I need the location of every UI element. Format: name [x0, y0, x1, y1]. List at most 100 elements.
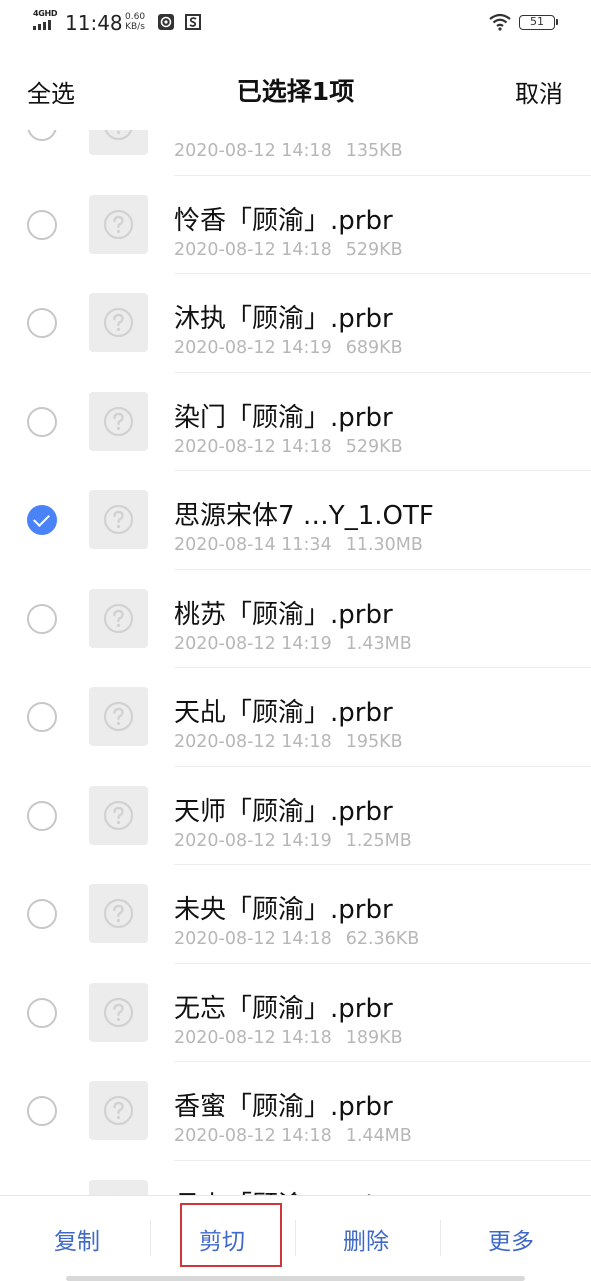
file-row[interactable]: 月上「顾渝」.prbr	[0, 1161, 591, 1196]
file-name: 天乩「顾渝」.prbr	[174, 698, 393, 728]
file-meta: 2020-08-12 14:19 689KB	[174, 338, 403, 358]
file-meta: 2020-08-12 14:18 62.36KB	[174, 929, 419, 949]
clock: 11:48	[65, 11, 123, 35]
checkbox-empty-icon[interactable]	[27, 130, 57, 141]
divider	[440, 1220, 441, 1256]
file-size: 529KB	[345, 239, 403, 260]
file-date: 2020-08-12 14:19	[174, 338, 332, 358]
file-row[interactable]: 染门「顾渝」.prbr 2020-08-12 14:18 529KB	[0, 373, 591, 471]
unknown-file-icon	[89, 687, 148, 746]
file-name: 染门「顾渝」.prbr	[174, 402, 393, 433]
selection-header: 全选 已选择1项 取消	[0, 62, 591, 118]
file-name: 怜香「顾渝」.prbr	[174, 205, 393, 236]
file-name: 天师「顾渝」.prbr	[174, 796, 393, 827]
unknown-file-icon	[89, 785, 148, 845]
unknown-file-icon	[89, 884, 148, 943]
file-row[interactable]: 桃苏「顾渝」.prbr 2020-08-12 14:19 1.43MB	[0, 570, 591, 668]
file-date: 2020-08-12 14:18	[174, 929, 332, 949]
checkbox-checked-icon[interactable]	[27, 505, 57, 535]
divider	[295, 1220, 296, 1256]
file-meta: 2020-08-12 14:18 529KB	[174, 437, 403, 457]
file-date: 2020-08-12 14:18	[174, 436, 332, 457]
checkbox-empty-icon[interactable]	[27, 997, 57, 1028]
file-size: 62.36KB	[345, 929, 420, 949]
at-sign-icon	[158, 14, 174, 30]
file-date: 2020-08-14 11:34	[174, 535, 332, 555]
more-button[interactable]: 更多	[488, 1222, 534, 1256]
file-row[interactable]: 无忘「顾渝」.prbr 2020-08-12 14:18 189KB	[0, 964, 591, 1062]
unknown-file-icon	[89, 1179, 148, 1195]
file-size: 11.30MB	[345, 535, 423, 555]
file-name: 未央「顾渝」.prbr	[174, 895, 393, 925]
unknown-file-icon	[89, 588, 148, 648]
unknown-file-icon	[89, 130, 148, 155]
file-row[interactable]: 思源宋体7 …Y_1.OTF 2020-08-14 11:34 11.30MB	[0, 471, 591, 570]
file-name: 桃苏「顾渝」.prbr	[174, 599, 393, 630]
file-row[interactable]: 天师「顾渝」.prbr 2020-08-12 14:19 1.25MB	[0, 767, 591, 865]
file-meta: 2020-08-12 14:18 189KB	[174, 1028, 403, 1048]
net-speed-value: 0.60	[125, 12, 146, 22]
unknown-file-icon	[89, 293, 148, 352]
divider	[150, 1220, 151, 1256]
battery-icon: 51	[519, 15, 558, 30]
unknown-file-icon	[89, 982, 148, 1042]
unknown-file-icon	[89, 194, 148, 254]
file-row[interactable]: 怜香「顾渝」.prbr 2020-08-12 14:18 529KB	[0, 176, 591, 274]
file-date: 2020-08-12 14:18	[174, 1027, 332, 1048]
file-name: 思源宋体7 …Y_1.OTF	[174, 501, 434, 531]
network-type: 4GHD	[33, 9, 58, 18]
checkbox-empty-icon[interactable]	[27, 209, 57, 240]
checkbox-empty-icon[interactable]	[27, 899, 57, 929]
file-meta: 2020-08-12 14:18 529KB	[174, 240, 403, 260]
unknown-file-icon	[89, 1081, 148, 1140]
signal-icon	[33, 20, 51, 30]
file-meta: 2020-08-12 14:19 1.43MB	[174, 634, 412, 654]
file-date: 2020-08-12 14:19	[174, 633, 332, 654]
file-row[interactable]: 未央「顾渝」.prbr 2020-08-12 14:18 62.36KB	[0, 865, 591, 964]
file-size: 195KB	[345, 732, 403, 752]
file-size: 1.25MB	[345, 830, 412, 851]
file-meta: 2020-08-12 14:18 195KB	[174, 732, 403, 752]
checkbox-empty-icon[interactable]	[27, 800, 57, 831]
file-name: 香蜜「顾渝」.prbr	[174, 1092, 393, 1122]
file-date: 2020-08-12 14:18	[174, 732, 332, 752]
file-row[interactable]: 天乩「顾渝」.prbr 2020-08-12 14:18 195KB	[0, 668, 591, 767]
unknown-file-icon	[89, 490, 148, 549]
file-size: 189KB	[345, 1027, 403, 1048]
checkbox-empty-icon[interactable]	[27, 702, 57, 732]
file-size: 135KB	[345, 141, 403, 161]
app-s-icon	[185, 14, 201, 30]
checkbox-empty-icon[interactable]	[27, 308, 57, 338]
file-row[interactable]: 2020-08-12 14:18 135KB	[0, 130, 591, 176]
file-size: 1.43MB	[345, 633, 412, 654]
file-row[interactable]: 香蜜「顾渝」.prbr 2020-08-12 14:18 1.44MB	[0, 1062, 591, 1161]
file-size: 529KB	[345, 436, 403, 457]
checkbox-empty-icon[interactable]	[27, 406, 57, 437]
cancel-button[interactable]: 取消	[515, 74, 563, 109]
checkbox-empty-icon[interactable]	[27, 1096, 57, 1126]
net-speed-unit: KB/s	[125, 22, 145, 32]
file-meta: 2020-08-14 11:34 11.30MB	[174, 535, 423, 555]
file-name: 沐执「顾渝」.prbr	[174, 304, 393, 334]
file-name: 月上「顾渝」.prbr	[174, 1185, 393, 1196]
file-date: 2020-08-12 14:19	[174, 830, 332, 851]
copy-button[interactable]: 复制	[54, 1222, 100, 1256]
unknown-file-icon	[89, 391, 148, 451]
bottom-action-bar: 复制 剪切 删除 更多	[0, 1195, 591, 1281]
home-indicator	[66, 1276, 525, 1281]
net-speed: 0.60 KB/s	[125, 12, 145, 32]
file-list[interactable]: 2020-08-12 14:18 135KB 怜香「顾渝」.prbr 2020-08-…	[0, 130, 591, 1195]
file-date: 2020-08-12 14:18	[174, 239, 332, 260]
delete-button[interactable]: 删除	[343, 1222, 389, 1256]
file-date: 2020-08-12 14:18	[174, 1126, 332, 1146]
file-list-content: 2020-08-12 14:18 135KB 怜香「顾渝」.prbr 2020-08-…	[0, 130, 591, 1195]
file-meta: 2020-08-12 14:18 135KB	[174, 141, 403, 161]
file-size: 1.44MB	[345, 1126, 412, 1146]
file-row[interactable]: 沐执「顾渝」.prbr 2020-08-12 14:19 689KB	[0, 274, 591, 373]
cut-button[interactable]: 剪切	[199, 1222, 245, 1256]
file-date: 2020-08-12 14:18	[174, 141, 332, 161]
status-bar: 4GHD 11:48 0.60 KB/s 51	[0, 0, 591, 46]
checkbox-empty-icon[interactable]	[27, 603, 57, 634]
file-meta: 2020-08-12 14:19 1.25MB	[174, 831, 412, 851]
file-name: 无忘「顾渝」.prbr	[174, 993, 393, 1024]
